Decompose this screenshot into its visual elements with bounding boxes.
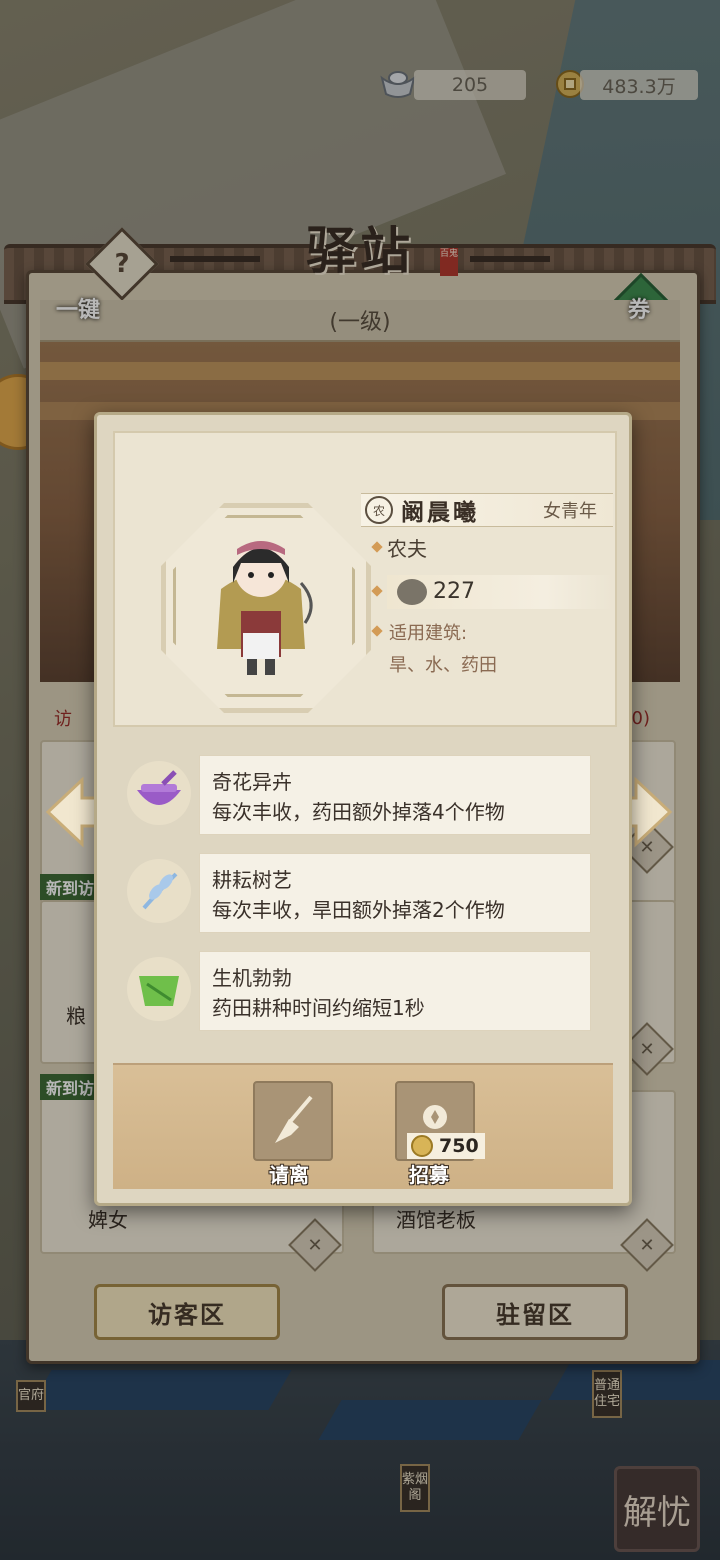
skill-desc: 每次丰收，药田额外掉落4个作物	[212, 800, 505, 824]
bullet-icon	[371, 585, 383, 597]
character-info-panel: 农 阚晨曦 女青年 农夫 227 适用建筑: 旱、水、药田	[113, 431, 617, 727]
character-name: 阚晨曦	[401, 500, 479, 526]
character-profession: 农夫	[387, 537, 427, 561]
bullet-icon	[371, 541, 383, 553]
skill-title: 耕耘树艺	[212, 868, 292, 892]
skill-row: 耕耘树艺 每次丰收，旱田额外掉落2个作物	[127, 853, 593, 933]
coin-icon	[411, 1135, 433, 1157]
skill-row: 生机勃勃 药田耕种时间约缩短1秒	[127, 951, 593, 1031]
class-badge: 农	[365, 496, 393, 524]
seed-bag-icon	[127, 957, 191, 1021]
character-name-bar: 农 阚晨曦 女青年	[361, 493, 613, 527]
skill-desc: 药田耕种时间约缩短1秒	[212, 996, 425, 1020]
skill-description-box: 耕耘树艺 每次丰收，旱田额外掉落2个作物	[199, 853, 591, 933]
character-portrait	[217, 541, 313, 675]
bullet-icon	[371, 625, 383, 637]
character-gender-age: 女青年	[543, 501, 597, 522]
power-icon	[397, 579, 427, 605]
skill-desc: 每次丰收，旱田额外掉落2个作物	[212, 898, 505, 922]
character-dialog: 农 阚晨曦 女青年 农夫 227 适用建筑: 旱、水、药田 奇花异卉 每次丰收，…	[94, 412, 632, 1206]
herb-bowl-icon	[127, 761, 191, 825]
skill-title: 奇花异卉	[212, 770, 292, 794]
recruit-cost: 750	[407, 1133, 485, 1159]
recruit-label[interactable]: 招募	[409, 1159, 449, 1188]
skill-description-box: 生机勃勃 药田耕种时间约缩短1秒	[199, 951, 591, 1031]
applicable-building-value: 旱、水、药田	[389, 655, 497, 676]
skill-title: 生机勃勃	[212, 966, 292, 990]
dismiss-button[interactable]	[253, 1081, 333, 1161]
action-bar: 请离 750 招募	[113, 1063, 613, 1189]
dismiss-label[interactable]: 请离	[269, 1159, 309, 1188]
broom-icon	[275, 1095, 313, 1143]
applicable-building-label: 适用建筑:	[389, 623, 468, 644]
recruit-cost-value: 750	[439, 1135, 479, 1157]
character-power: 227	[433, 579, 475, 604]
skill-row: 奇花异卉 每次丰收，药田额外掉落4个作物	[127, 755, 593, 835]
skill-description-box: 奇花异卉 每次丰收，药田额外掉落4个作物	[199, 755, 591, 835]
wheat-icon	[127, 859, 191, 923]
